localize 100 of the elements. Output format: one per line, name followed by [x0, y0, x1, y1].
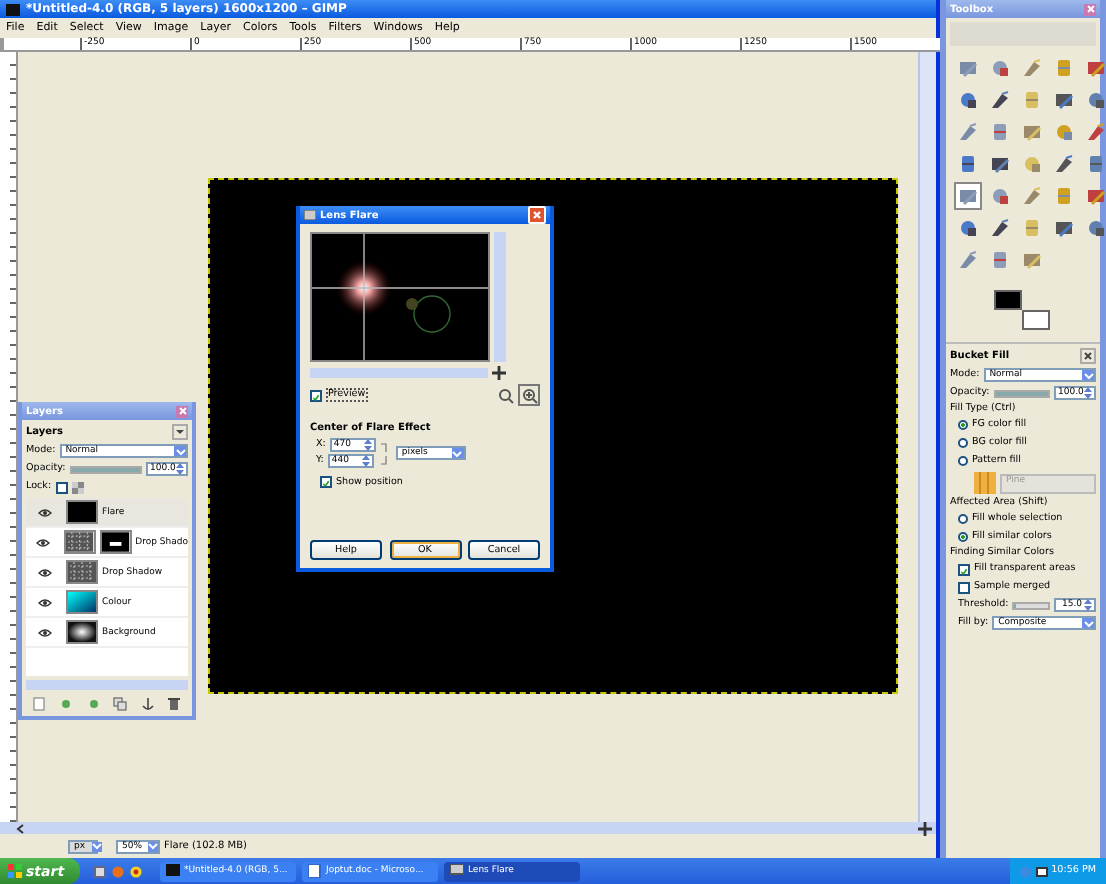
chevron-down-icon: [1083, 619, 1093, 627]
radio-button[interactable]: [958, 532, 968, 542]
new-layer-icon: [31, 695, 48, 711]
tool-icon: [1054, 58, 1074, 78]
checkbox[interactable]: [320, 476, 332, 488]
radio-button[interactable]: [958, 420, 968, 430]
tool-icon: [1086, 186, 1106, 206]
tool-icon: [990, 218, 1010, 238]
layer-action-button[interactable]: [138, 694, 157, 712]
layer-thumbnail: [64, 530, 97, 554]
eye-icon: [37, 597, 51, 607]
scrollbar[interactable]: [310, 368, 488, 378]
scrollbar[interactable]: [918, 52, 936, 822]
foreground-color-swatch[interactable]: [994, 290, 1022, 310]
spin-arrows-icon: [1084, 386, 1092, 400]
tool-icon: [958, 218, 978, 238]
scrollbar[interactable]: [0, 822, 936, 834]
layer-thumbnail: [66, 620, 98, 644]
chevron-down-icon: [452, 449, 463, 457]
radio-button[interactable]: [958, 438, 968, 448]
menu-button[interactable]: [172, 424, 188, 440]
close-button[interactable]: [528, 206, 546, 224]
checker-icon: [71, 481, 84, 493]
trash-icon: [166, 695, 183, 711]
check-icon: [322, 478, 330, 490]
network-icon: [1019, 865, 1032, 877]
layer-thumbnail: [66, 590, 98, 614]
tool-icon: [958, 250, 978, 270]
image-thumbnail-icon: [166, 864, 180, 878]
close-icon: [177, 406, 187, 416]
tool-button[interactable]: [986, 86, 1014, 114]
close-button[interactable]: [176, 405, 188, 417]
zoom-in-icon: [521, 387, 537, 403]
tool-icon: [958, 58, 978, 78]
navigate-icon: [492, 366, 506, 380]
tool-icon: [1086, 154, 1106, 174]
duplicate-icon: [112, 695, 129, 711]
tool-icon: [1054, 218, 1074, 238]
zoom-out-icon: [498, 387, 514, 403]
tool-icon: [1086, 218, 1106, 238]
tool-icon: [1054, 154, 1074, 174]
browser-icon: [112, 865, 124, 877]
check-icon: [312, 391, 320, 403]
tool-button[interactable]: [1050, 150, 1078, 178]
image-thumbnail-icon: [6, 3, 20, 15]
chevron-down-icon: [175, 447, 185, 455]
tool-icon: [1054, 122, 1074, 142]
layer-thumbnail: [66, 560, 98, 584]
tool-icon: [1054, 186, 1074, 206]
checkbox[interactable]: [958, 581, 970, 593]
eye-icon: [36, 537, 51, 547]
triangle-icon: [176, 428, 184, 436]
tool-icon: [1086, 122, 1106, 142]
tool-icon: [1022, 90, 1042, 110]
spin-arrows-icon: [176, 462, 184, 476]
close-icon: [532, 210, 542, 220]
tool-icon: [990, 122, 1010, 142]
tool-icon: [1022, 186, 1042, 206]
check-icon: [960, 565, 968, 577]
media-icon: [130, 865, 142, 877]
checkbox[interactable]: [310, 389, 322, 401]
layer-action-button[interactable]: [165, 694, 184, 712]
radio-button[interactable]: [958, 456, 968, 466]
window-icon: [450, 864, 464, 878]
checkbox[interactable]: [958, 563, 970, 575]
tool-icon: [1022, 154, 1042, 174]
tool-button[interactable]: [1082, 118, 1106, 146]
radio-button[interactable]: [958, 514, 968, 524]
background-color-swatch[interactable]: [1022, 310, 1050, 330]
tool-icon: [1086, 58, 1106, 78]
eye-icon: [37, 507, 51, 517]
tool-icon: [1086, 90, 1106, 110]
tool-icon: [990, 58, 1010, 78]
scrollbar[interactable]: [494, 232, 506, 362]
tool-icon: [958, 122, 978, 142]
navigate-icon: [918, 821, 932, 835]
windows-logo-icon: [8, 864, 22, 878]
tool-icon: [1022, 58, 1042, 78]
close-icon: [1085, 4, 1095, 14]
desktop-icon: [94, 865, 106, 877]
checkbox[interactable]: [55, 481, 68, 493]
document-icon: [308, 864, 322, 878]
tool-icon: [958, 186, 978, 206]
eye-icon: [37, 567, 51, 577]
monitor-icon: [1035, 865, 1048, 877]
tool-button[interactable]: [954, 182, 982, 210]
tool-icon: [1022, 218, 1042, 238]
pattern-swatch-icon: [974, 472, 996, 494]
tool-icon: [958, 154, 978, 174]
close-icon: [1084, 352, 1092, 360]
close-button[interactable]: [1084, 3, 1096, 15]
restore-button[interactable]: [1080, 348, 1096, 364]
scrollbar[interactable]: [26, 680, 188, 690]
zoom-in-button[interactable]: [518, 384, 540, 406]
tool-button[interactable]: [986, 214, 1014, 242]
window-icon: [304, 210, 316, 220]
tool-icon: [990, 250, 1010, 270]
tool-icon: [1022, 122, 1042, 142]
tool-icon: [990, 154, 1010, 174]
spin-arrows-icon: [1084, 598, 1092, 612]
